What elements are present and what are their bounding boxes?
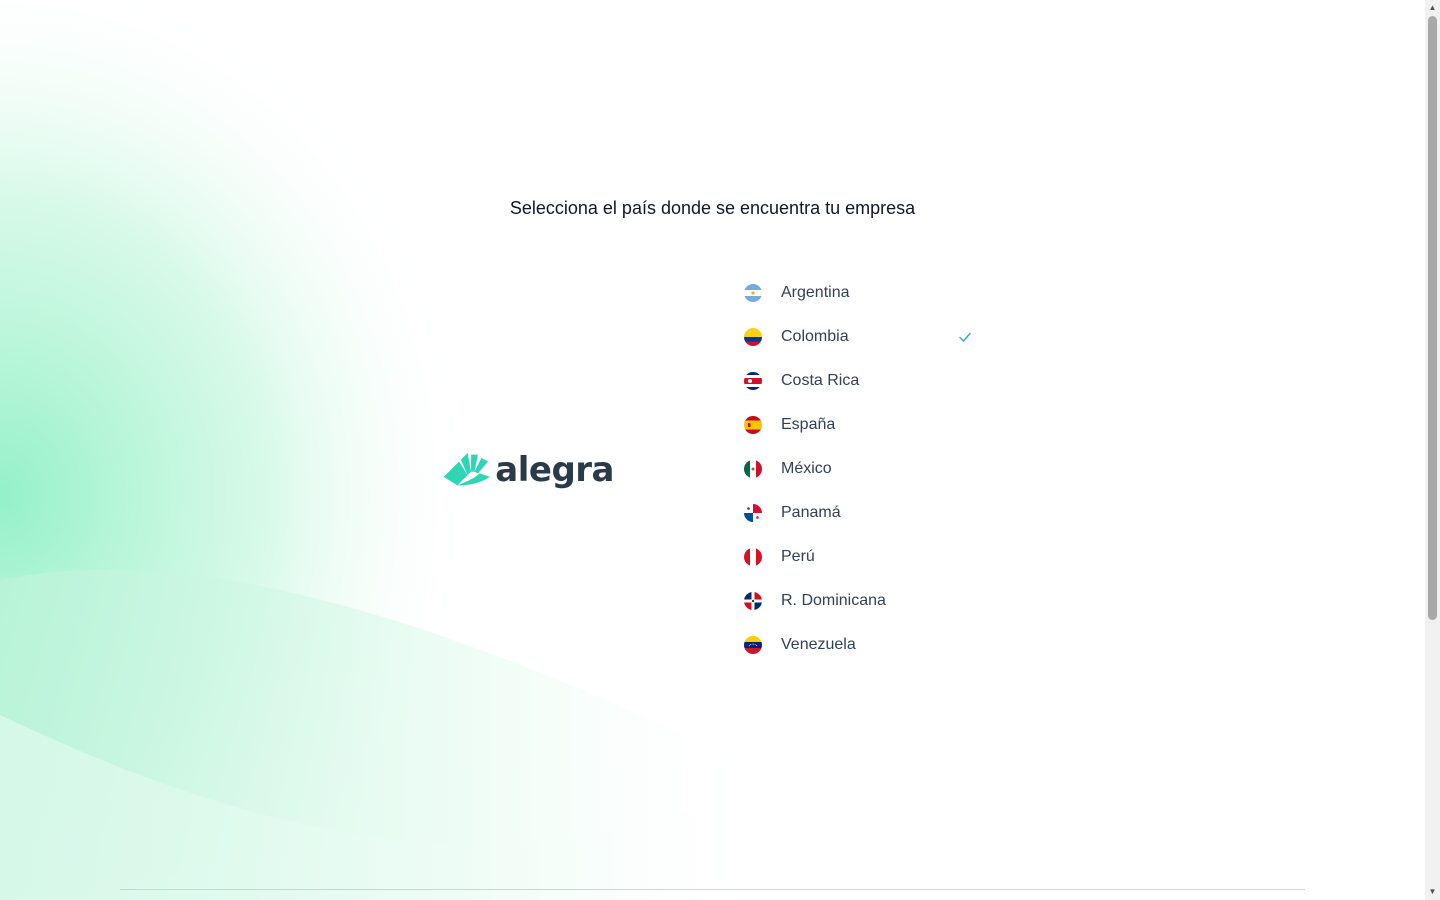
- country-option-r-dominicana[interactable]: R. Dominicana: [736, 579, 980, 623]
- country-option-costa-rica[interactable]: Costa Rica: [736, 359, 980, 403]
- country-name: Perú: [781, 548, 815, 565]
- country-option-colombia[interactable]: Colombia: [736, 315, 980, 359]
- venezuela-flag-icon: [744, 636, 762, 654]
- footer-divider: [120, 889, 1305, 890]
- background-gradient: [0, 0, 800, 900]
- country-name: Argentina: [781, 284, 850, 301]
- panama-flag-icon: [744, 504, 762, 522]
- alegra-logo-icon: [443, 452, 490, 486]
- costa-rica-flag-icon: [744, 372, 762, 390]
- country-name: México: [781, 460, 832, 477]
- alegra-logo: alegra: [442, 446, 614, 494]
- country-name: R. Dominicana: [781, 592, 886, 609]
- country-option-peru[interactable]: Perú: [736, 535, 980, 579]
- country-name: Colombia: [781, 328, 849, 345]
- check-icon: [959, 332, 971, 342]
- scroll-up-arrow-icon[interactable]: ▲: [1428, 4, 1437, 12]
- country-name: Costa Rica: [781, 372, 860, 389]
- peru-flag-icon: [744, 548, 762, 566]
- country-option-espana[interactable]: España: [736, 403, 980, 447]
- country-name: Venezuela: [781, 636, 856, 653]
- mexico-flag-icon: [744, 460, 762, 478]
- country-list: Argentina Colombia Costa Rica España Méx…: [736, 271, 980, 667]
- country-option-argentina[interactable]: Argentina: [736, 271, 980, 315]
- country-name: España: [781, 416, 836, 433]
- country-name: Panamá: [781, 504, 841, 521]
- scroll-down-arrow-icon[interactable]: ▼: [1428, 888, 1437, 896]
- country-option-mexico[interactable]: México: [736, 447, 980, 491]
- page-title: Selecciona el país donde se encuentra tu…: [509, 198, 916, 218]
- argentina-flag-icon: [744, 284, 762, 302]
- country-option-venezuela[interactable]: Venezuela: [736, 623, 980, 667]
- alegra-logo-text: alegra: [495, 450, 614, 490]
- spain-flag-icon: [744, 416, 762, 434]
- dominican-republic-flag-icon: [744, 592, 762, 610]
- colombia-flag-icon: [744, 328, 762, 346]
- scrollbar-thumb[interactable]: [1428, 16, 1437, 620]
- country-option-panama[interactable]: Panamá: [736, 491, 980, 535]
